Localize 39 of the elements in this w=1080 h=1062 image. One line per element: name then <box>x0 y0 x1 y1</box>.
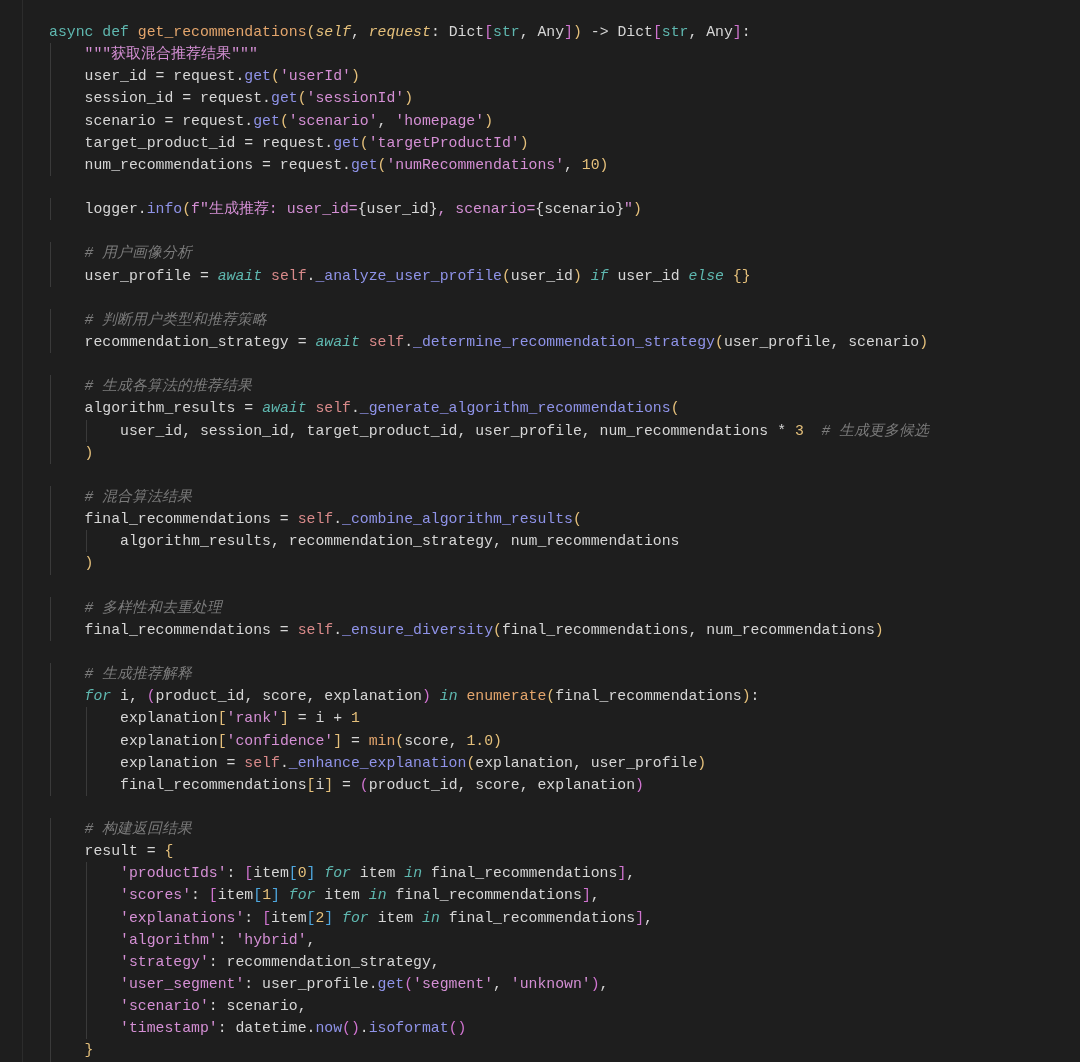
code-line: # 混合算法结果 <box>83 488 193 505</box>
code-line: ) <box>83 555 94 572</box>
code-line: async def get_recommendations(self, request: Dict[str, Any]) -> Dict[str, Any]: <box>49 24 751 40</box>
code-line: explanation = self._enhance_explanation(explanation, user_profile) <box>119 754 707 771</box>
code-line: user_id = request.get('userId') <box>83 68 360 85</box>
code-line: user_profile = await self._analyze_user_profile(user_id) if user_id else {} <box>83 267 751 284</box>
code-line: explanation['confidence'] = min(score, 1.0) <box>119 732 502 749</box>
code-line: 'strategy': recommendation_strategy, <box>119 953 440 970</box>
code-line: logger.info(f"生成推荐: user_id={user_id}, scenario={scenario}") <box>83 201 642 218</box>
code-line: for i, (product_id, score, explanation) in enumerate(final_recommendations): <box>83 688 760 705</box>
code-line: num_recommendations = request.get('numRecommendations', 10) <box>83 156 609 173</box>
code-line: ) <box>83 444 94 461</box>
code-line: explanation['rank'] = i + 1 <box>119 710 360 727</box>
code-line: # 判断用户类型和推荐策略 <box>83 311 268 328</box>
code-line: final_recommendations[i] = (product_id, score, explanation) <box>119 776 644 793</box>
code-line: user_id, session_id, target_product_id, user_profile, num_recommendations * 3 # 生成更多候选 <box>119 422 930 439</box>
code-line: """获取混合推荐结果""" <box>83 46 258 63</box>
code-line: final_recommendations = self._combine_algorithm_results( <box>83 511 582 528</box>
code-line: final_recommendations = self._ensure_diversity(final_recommendations, num_recommendations) <box>83 621 884 638</box>
code-line: 'algorithm': 'hybrid', <box>119 931 316 948</box>
code-line: recommendation_strategy = await self._determine_recommendation_strategy(user_profile, scenario) <box>83 333 929 350</box>
code-line: # 构建返回结果 <box>83 821 193 838</box>
code-line: 'explanations': [item[2] for item in final_recommendations], <box>119 909 653 926</box>
code-line: # 用户画像分析 <box>83 245 193 262</box>
code-line: algorithm_results, recommendation_strategy, num_recommendations <box>119 533 680 550</box>
code-line: 'scores': [item[1] for item in final_recommendations], <box>119 887 600 904</box>
code-line: } <box>83 1042 94 1059</box>
code-line: 'productIds': [item[0] for item in final_recommendations], <box>119 865 636 882</box>
code-line: algorithm_results = await self._generate_algorithm_recommendations( <box>83 400 680 417</box>
code-line: # 多样性和去重处理 <box>83 599 223 616</box>
code-line: 'scenario': scenario, <box>119 998 307 1015</box>
code-line: result = { <box>83 843 174 860</box>
code-line: # 生成各算法的推荐结果 <box>83 378 253 395</box>
code-line: session_id = request.get('sessionId') <box>83 90 414 107</box>
code-line: scenario = request.get('scenario', 'homepage') <box>83 112 493 129</box>
code-line: target_product_id = request.get('targetProductId') <box>83 134 529 151</box>
code-line: # 生成推荐解释 <box>83 666 193 683</box>
code-line: 'timestamp': datetime.now().isoformat() <box>119 1020 467 1037</box>
code-line: 'user_segment': user_profile.get('segment', 'unknown'), <box>119 976 609 993</box>
